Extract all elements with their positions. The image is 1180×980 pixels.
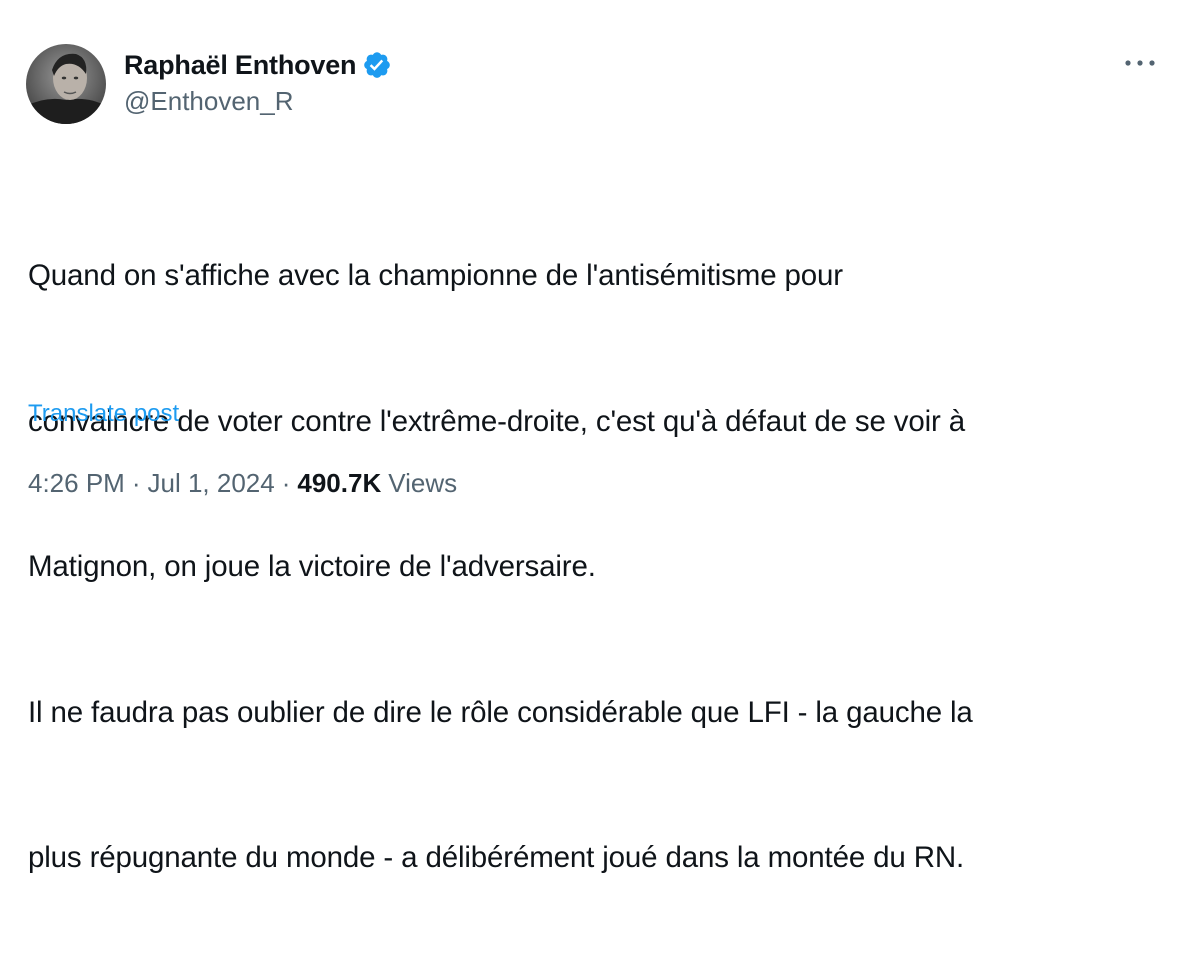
post-time[interactable]: 4:26 PM <box>28 468 125 499</box>
more-options-button[interactable] <box>1118 48 1162 78</box>
author-name-row: Raphaël Enthoven <box>124 47 392 83</box>
author-display-name[interactable]: Raphaël Enthoven <box>124 50 357 81</box>
translate-post-link[interactable]: Translate post <box>28 400 179 428</box>
tweet-text-line: Matignon, on joue la victoire de l'adver… <box>28 550 596 583</box>
views-count[interactable]: 490.7K <box>297 468 381 499</box>
meta-separator: · <box>281 468 291 498</box>
tweet-card: Raphaël Enthoven @Enthoven_R Quand on s'… <box>0 0 1180 874</box>
tweet-text-line: plus répugnante du monde - a délibérémen… <box>28 841 965 874</box>
tweet-metadata: 4:26 PM · Jul 1, 2024 · 490.7K Views <box>28 468 457 499</box>
tweet-text-line: Il ne faudra pas oublier de dire le rôle… <box>28 695 973 729</box>
avatar[interactable] <box>26 44 106 124</box>
author-handle[interactable]: @Enthoven_R <box>124 86 294 117</box>
tweet-text-line: convaincre de voter contre l'extrême-dro… <box>28 404 966 438</box>
tweet-text: Quand on s'affiche avec la championne de… <box>28 155 1168 980</box>
views-label[interactable]: Views <box>388 468 457 499</box>
avatar-photo <box>26 44 106 124</box>
more-options-icon <box>1125 60 1155 66</box>
meta-separator: · <box>131 468 141 498</box>
post-date[interactable]: Jul 1, 2024 <box>148 468 275 499</box>
tweet-text-line: Quand on s'affiche avec la championne de… <box>28 259 843 292</box>
verified-badge-icon[interactable] <box>362 50 392 80</box>
